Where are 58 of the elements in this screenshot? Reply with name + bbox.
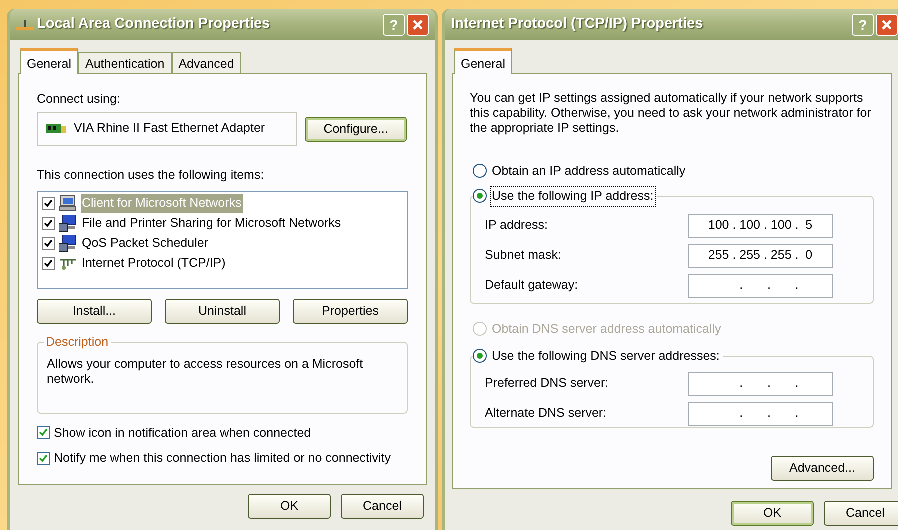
close-button[interactable] — [407, 14, 429, 36]
field-label: Default gateway: — [485, 277, 580, 294]
window-title: Local Area Connection Properties — [37, 14, 270, 34]
tab[interactable]: General — [454, 48, 512, 74]
checkbox[interactable] — [42, 237, 55, 250]
ip-field[interactable]: 255 . 255 . 255 . 0 — [688, 244, 833, 268]
computer-icon — [59, 215, 77, 232]
network-icon — [16, 18, 34, 32]
window-title: Internet Protocol (TCP/IP) Properties — [451, 14, 704, 34]
radio-label: Obtain DNS server address automatically — [491, 320, 722, 338]
cancel-button[interactable]: Cancel — [824, 501, 898, 526]
radio-label: Obtain an IP address automatically — [491, 163, 687, 180]
ip-field[interactable]: . . . — [688, 274, 833, 298]
computer-icon — [59, 195, 77, 212]
checkbox-label: Show icon in notification area when connected — [54, 424, 312, 442]
cancel-button[interactable]: Cancel — [341, 494, 424, 519]
checkbox[interactable] — [42, 197, 55, 210]
radio-button[interactable] — [473, 189, 487, 204]
checkbox-label: Notify me when this connection has limited or no connectivity — [54, 450, 391, 468]
intro-text: You can get IP settings assigned automatically if your network supports this capability. Otherwise, you need to ask your network administrator for the appropriate IP settings. — [470, 91, 872, 136]
close-icon — [412, 18, 424, 30]
action-button[interactable]: Uninstall — [165, 298, 280, 324]
network-card-icon — [46, 122, 66, 135]
ip-field[interactable]: . . . — [688, 372, 833, 396]
close-icon — [881, 18, 893, 30]
section-label: This connection uses the following items: — [37, 166, 266, 184]
configure-button[interactable]: Configure... — [305, 117, 407, 142]
field-label: Subnet mask: — [485, 247, 562, 264]
radio-label: Use the following IP address: — [491, 186, 655, 206]
ip-field[interactable]: . . . — [688, 402, 833, 426]
field-label: Preferred DNS server: — [485, 375, 610, 392]
tab[interactable]: Advanced — [172, 52, 242, 73]
radio-button[interactable] — [473, 348, 487, 363]
list-item[interactable]: File and Printer Sharing for Microsoft Networks — [81, 214, 342, 233]
adapter-name: VIA Rhine II Fast Ethernet Adapter — [74, 120, 266, 138]
checkbox[interactable] — [42, 257, 55, 270]
tab[interactable]: Authentication — [78, 52, 172, 73]
list-item[interactable]: Internet Protocol (TCP/IP) — [81, 254, 227, 273]
ok-button[interactable]: OK — [248, 494, 331, 519]
radio-label: Use the following DNS server addresses: — [491, 348, 721, 365]
computer-icon — [59, 235, 77, 252]
radio-button[interactable] — [473, 164, 487, 178]
list-item[interactable]: QoS Packet Scheduler — [81, 234, 210, 253]
tab[interactable]: General — [20, 48, 78, 74]
advanced-button[interactable]: Advanced... — [771, 456, 874, 480]
checkbox[interactable] — [37, 452, 50, 466]
checkbox[interactable] — [37, 426, 50, 440]
ip-field[interactable]: 100 . 100 . 100 . 5 — [688, 214, 833, 238]
checkbox[interactable] — [42, 217, 55, 230]
field-label: IP address: — [485, 217, 550, 234]
section-label: Connect using: — [37, 91, 122, 108]
field-label: Alternate DNS server: — [485, 405, 608, 422]
action-button[interactable]: Install... — [37, 298, 152, 324]
description-text: Allows your computer to access resources on a Microsoft network. — [47, 356, 364, 386]
close-button[interactable] — [876, 14, 898, 36]
protocol-icon — [59, 256, 77, 270]
ok-button[interactable]: OK — [731, 501, 814, 526]
action-button[interactable]: Properties — [293, 298, 408, 324]
